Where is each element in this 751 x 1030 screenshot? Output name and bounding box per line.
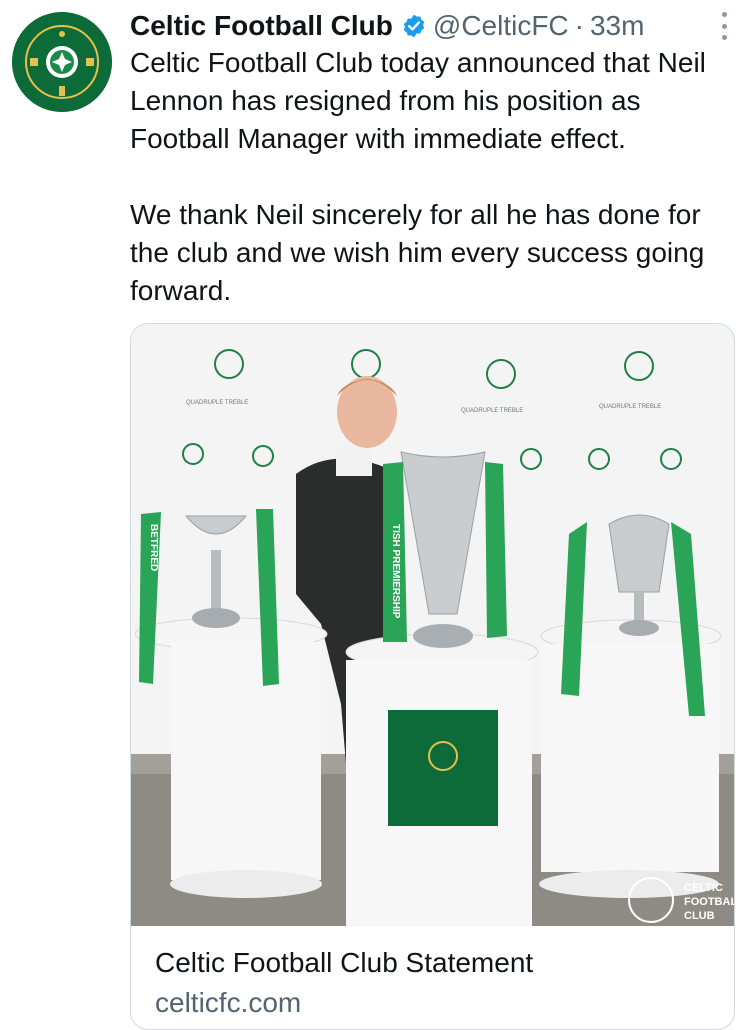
- card-domain[interactable]: celticfc.com: [155, 987, 301, 1019]
- backdrop-text: QUADRUPLE TREBLE: [461, 408, 523, 414]
- tweet-text: Celtic Football Club today announced tha…: [130, 44, 740, 310]
- timestamp[interactable]: 33m: [590, 10, 644, 42]
- more-options-icon[interactable]: [717, 12, 731, 40]
- ribbon-text: BETFRED: [148, 524, 159, 571]
- ribbon-text: TISH PREMIERSHIP: [390, 524, 401, 619]
- tweet-header: Celtic Football Club @CelticFC · 33m: [130, 6, 731, 46]
- watermark-text: CELTIC: [684, 882, 723, 894]
- link-card[interactable]: QUADRUPLE TREBLE QUADRUPLE TREBLE QUADRU…: [130, 323, 735, 1030]
- watermark-text: FOOTBALL: [684, 896, 734, 908]
- author-name[interactable]: Celtic Football Club: [130, 10, 393, 42]
- watermark-text: CLUB: [684, 910, 715, 922]
- backdrop-text: QUADRUPLE TREBLE: [186, 400, 248, 406]
- verified-badge-icon: [401, 13, 427, 39]
- card-image[interactable]: QUADRUPLE TREBLE QUADRUPLE TREBLE QUADRU…: [131, 324, 734, 926]
- tweet-paragraph: We thank Neil sincerely for all he has d…: [130, 199, 705, 306]
- separator: ·: [574, 10, 584, 41]
- author-handle[interactable]: @CelticFC: [433, 10, 569, 42]
- card-title[interactable]: Celtic Football Club Statement: [155, 947, 533, 979]
- backdrop-text: QUADRUPLE TREBLE: [599, 404, 661, 410]
- tweet-paragraph: Celtic Football Club today announced tha…: [130, 47, 706, 154]
- celtic-crest-icon[interactable]: [12, 12, 112, 112]
